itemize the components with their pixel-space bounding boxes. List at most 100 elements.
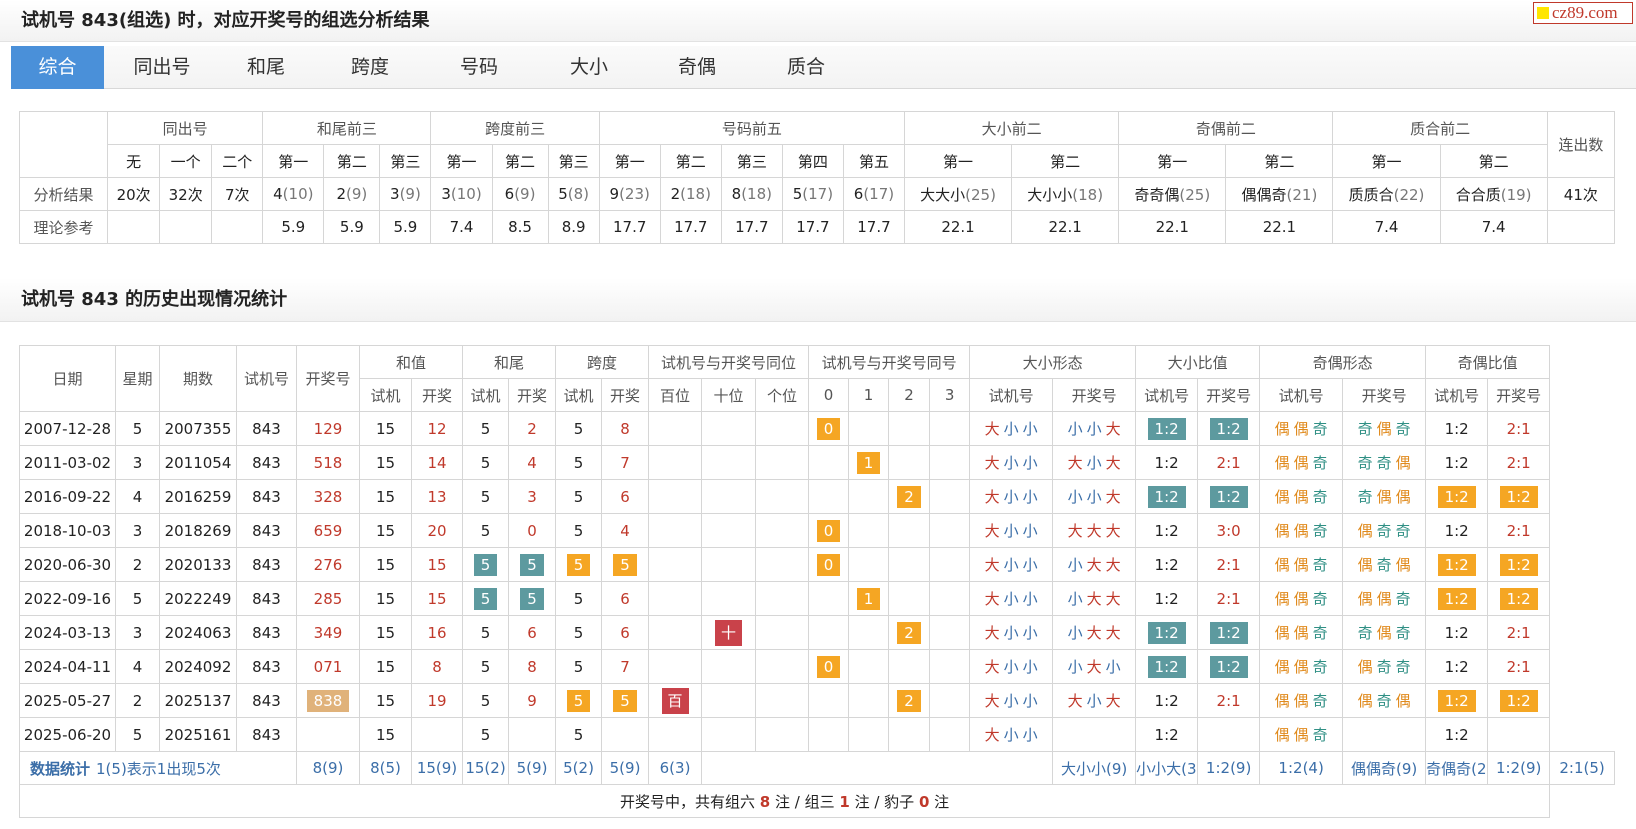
pattern-char: 奇 (1376, 556, 1392, 574)
weekday-value: 5 (132, 419, 143, 438)
bs-ratio-draw-value: 1:2 (1209, 417, 1248, 440)
tab-same-number[interactable]: 同出号 (113, 46, 211, 89)
summary-cell-value: 15(2) (465, 759, 506, 777)
tab-overview[interactable]: 综合 (11, 46, 104, 89)
count: (9) (346, 185, 368, 203)
value: 8.9 (561, 218, 586, 236)
bs-ratio-test: 1:2 (1135, 615, 1199, 650)
pattern-char: 小 (1003, 454, 1019, 472)
test-number: 843 (236, 547, 297, 582)
sum-draw-value: 15 (427, 555, 447, 574)
issue: 2016259 (159, 479, 237, 514)
analysis-cell: 8.5 (491, 210, 549, 244)
pattern-char: 奇 (1312, 726, 1328, 744)
span-draw-value: 5 (613, 689, 637, 712)
date: 2011-03-02 (19, 445, 116, 480)
summary-label: 数据统计 1(5)表示1出现5次 (19, 751, 297, 785)
pattern-char: 大 (1105, 522, 1121, 540)
same-position-marker (755, 581, 810, 616)
value: 17.7 (796, 218, 830, 236)
sum-test: 15 (359, 445, 412, 480)
sub-header: 第二 (323, 144, 381, 178)
logo-text: cz89.com (1552, 3, 1618, 22)
tail-test-value: 5 (480, 691, 491, 710)
value: 17.7 (735, 218, 769, 236)
sub-header: 开奖号 (1342, 378, 1427, 412)
summary-empty (701, 751, 1054, 785)
same-number-marker (848, 513, 890, 548)
bs-ratio-draw: 2:1 (1197, 581, 1261, 616)
value: 5 (558, 185, 568, 203)
pattern-char: 偶 (1274, 420, 1290, 438)
tab-prime-composite[interactable]: 质合 (763, 46, 849, 89)
bs-pattern-draw (1052, 717, 1137, 752)
oe-ratio-draw: 1:2 (1487, 683, 1551, 718)
bs-pattern-test: 大小小 (969, 411, 1054, 446)
same-position-marker (755, 411, 810, 446)
bs-ratio-draw: 1:2 (1197, 411, 1261, 446)
weekday-value: 2 (132, 555, 143, 574)
count: (9) (514, 185, 536, 203)
analysis-cell: 17.7 (842, 210, 905, 244)
span-draw-value: 7 (620, 657, 630, 676)
pattern-char: 小 (1105, 658, 1121, 676)
sub-header: 试机 (359, 378, 412, 412)
summary-note: 1(5)表示1出现5次 (96, 759, 221, 778)
span-draw: 6 (601, 479, 650, 514)
oe-ratio-draw: 2:1 (1487, 649, 1551, 684)
sum-draw: 15 (410, 547, 464, 582)
date-value: 2011-03-02 (23, 453, 112, 472)
analysis-cell (211, 210, 264, 244)
summary-cell: 1:2(9) (1197, 751, 1261, 785)
site-logo[interactable]: cz89.com (1533, 2, 1633, 24)
analysis-cell: 5.9 (262, 210, 325, 244)
col-oe-pattern: 奇偶形态 (1259, 345, 1427, 379)
tab-sum-tail[interactable]: 和尾 (223, 46, 309, 89)
bs-ratio-test-value: 1:2 (1154, 691, 1179, 710)
same-number-marker (808, 683, 850, 718)
test-number: 843 (236, 581, 297, 616)
test-number-value: 843 (252, 453, 281, 472)
tab-odd-even[interactable]: 奇偶 (654, 46, 740, 89)
same-position-marker (701, 717, 757, 752)
count: (21) (1286, 185, 1318, 204)
date: 2024-04-11 (19, 649, 116, 684)
pattern-char: 小 (1022, 454, 1038, 472)
draw-number-value: 285 (313, 589, 343, 608)
group-header: 奇偶前二 (1118, 111, 1334, 145)
tab-big-small[interactable]: 大小 (546, 46, 632, 89)
sub-header: 第二 (659, 144, 722, 178)
span-test: 5 (555, 581, 603, 616)
sub-header: 第一 (903, 144, 1013, 178)
history-row: 2016-09-22 4 2016259 843 328 15 13 5 3 5 6 2 大小小小小大 1… (19, 479, 1615, 514)
tail-test-value: 5 (480, 725, 491, 744)
analysis-cell: 5.9 (323, 210, 381, 244)
summary-cell: 15(2) (462, 751, 510, 785)
sum-draw: 13 (410, 479, 464, 514)
sum-test-value: 15 (375, 521, 396, 540)
span-draw: 7 (601, 649, 650, 684)
tab-span[interactable]: 跨度 (327, 46, 413, 89)
date-value: 2020-06-30 (23, 555, 112, 574)
draw-number: 659 (296, 513, 360, 548)
value: 22.1 (1262, 218, 1297, 236)
sub-header: 个位 (755, 378, 810, 412)
col-sum: 和值 (358, 345, 464, 379)
oe-pattern-draw: 奇偶奇 (1342, 615, 1427, 650)
analysis-cell: 8.9 (547, 210, 600, 244)
sum-draw-value: 16 (427, 623, 447, 642)
pattern-char: 奇 (1312, 556, 1328, 574)
col-tail: 和尾 (462, 345, 557, 379)
span-draw: 4 (601, 513, 650, 548)
bs-ratio-draw-value: 1:2 (1209, 621, 1248, 644)
bs-pattern-test: 大小小 (969, 513, 1054, 548)
tab-number[interactable]: 号码 (436, 46, 522, 89)
bs-ratio-draw: 2:1 (1197, 683, 1261, 718)
summary-cell: 大小小(9) (1052, 751, 1137, 785)
oe-pattern-test: 偶偶奇 (1259, 717, 1344, 752)
tail-draw: 5 (508, 581, 557, 616)
pattern-char: 偶 (1293, 420, 1309, 438)
summary-cell: 5(9) (508, 751, 557, 785)
same-number-marker: 1 (848, 581, 890, 616)
value: 41次 (1563, 185, 1598, 204)
